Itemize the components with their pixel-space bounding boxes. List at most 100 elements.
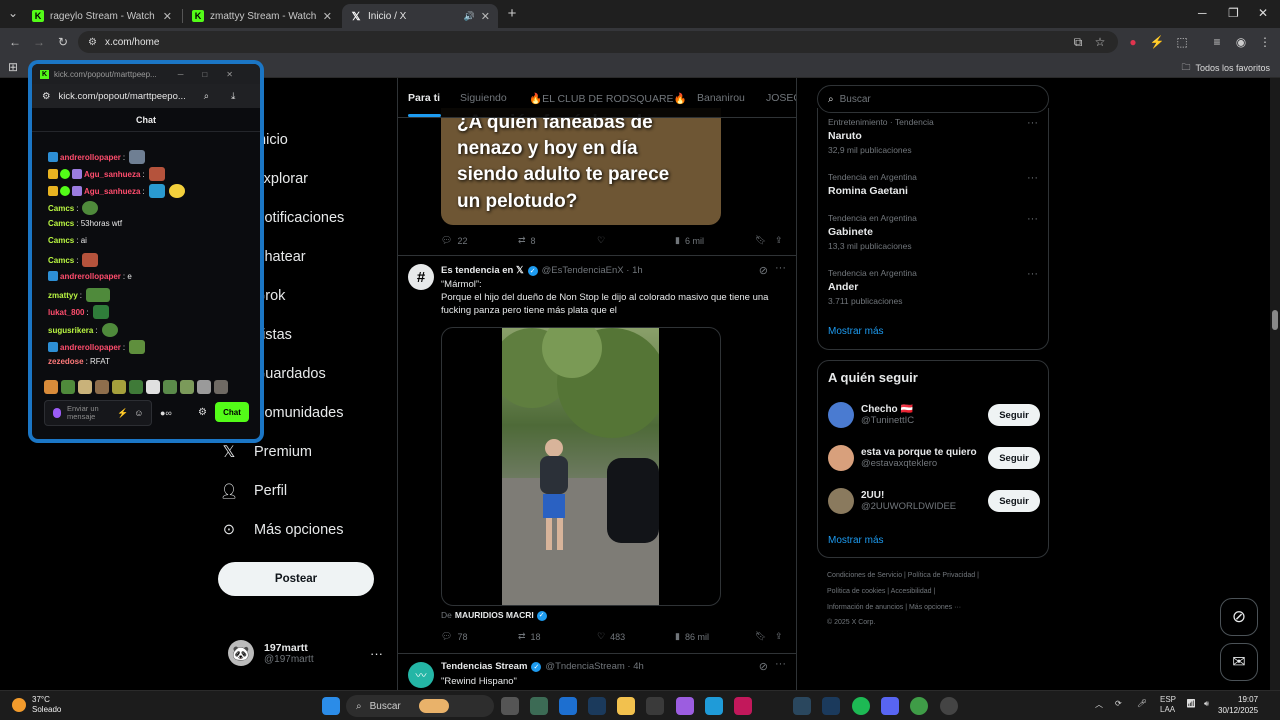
author-name[interactable]: Es tendencia en 𝕏 bbox=[441, 265, 524, 276]
steam-icon[interactable] bbox=[822, 697, 840, 715]
chrome-icon[interactable] bbox=[910, 697, 928, 715]
footer-links[interactable]: Política de cookies | Accesibilidad | bbox=[827, 588, 935, 595]
windows-start-icon[interactable] bbox=[322, 697, 340, 715]
chat-username[interactable]: lukat_800 bbox=[48, 308, 84, 317]
credit-name[interactable]: MAURIDIOS MACRI bbox=[455, 610, 534, 622]
media-controls-icon[interactable]: ≡ bbox=[1210, 35, 1224, 49]
share-button[interactable]: ⇪ bbox=[775, 631, 783, 642]
chat-username[interactable]: andrerollopaper bbox=[60, 153, 121, 162]
chat-username[interactable]: Camcs bbox=[48, 256, 74, 265]
address-bar[interactable]: ⚙ x.com/home bbox=[78, 31, 1118, 53]
page-scrollbar[interactable] bbox=[1270, 78, 1280, 690]
follow-suggestion[interactable]: Checho 🇦🇹 @TuninettIC Seguir bbox=[828, 397, 1040, 433]
grok-fab[interactable]: ⊘ bbox=[1220, 598, 1258, 636]
emote-icon[interactable] bbox=[44, 380, 58, 394]
trend-item[interactable]: Tendencia en Argentina Ander 3.711 publi… bbox=[828, 268, 1040, 306]
trend-item[interactable]: Tendencia en Argentina Gabinete 13,3 mil… bbox=[828, 213, 1040, 251]
tab-bananirou[interactable]: Bananirou bbox=[697, 92, 745, 104]
emote-icon[interactable] bbox=[129, 380, 143, 394]
follow-button[interactable]: Seguir bbox=[988, 447, 1040, 469]
chat-username[interactable]: zezedose bbox=[48, 357, 84, 366]
author-name[interactable]: Tendencias Stream bbox=[441, 661, 527, 672]
nav-perfil[interactable]: 👤︎ Perfil bbox=[218, 480, 287, 502]
speaker-icon[interactable]: 🔊 bbox=[464, 11, 475, 22]
scrollbar-thumb[interactable] bbox=[1272, 310, 1278, 330]
extension-kick-icon[interactable]: ⚡ bbox=[1150, 35, 1165, 49]
views-button[interactable]: ▮ 6 mil bbox=[675, 235, 755, 246]
account-more-icon[interactable]: ··· bbox=[370, 646, 383, 661]
like-button[interactable]: ♡ bbox=[597, 235, 675, 246]
trend-more-icon[interactable]: ··· bbox=[1027, 117, 1038, 129]
weather-widget[interactable]: 37°C Soleado bbox=[12, 695, 61, 714]
chat-username[interactable]: Camcs bbox=[48, 219, 74, 228]
trend-item[interactable]: Tendencia en Argentina Romina Gaetani ··… bbox=[828, 172, 1040, 197]
search-icon[interactable]: ⌕ bbox=[204, 91, 209, 102]
more-options-icon[interactable]: ··· bbox=[775, 658, 786, 670]
emote-icon[interactable] bbox=[197, 380, 211, 394]
maximize-icon[interactable]: □ bbox=[202, 70, 207, 79]
tray-app-icon[interactable]: 🎤︎ bbox=[1137, 699, 1147, 708]
new-tab-button[interactable]: + bbox=[505, 5, 519, 22]
footer-links[interactable]: Condiciones de Servicio | Política de Pr… bbox=[827, 572, 979, 579]
chat-username[interactable]: zmattyy bbox=[48, 291, 78, 300]
emote-picker-row[interactable] bbox=[44, 380, 228, 394]
browser-menu-icon[interactable]: ⋮ bbox=[1258, 35, 1272, 49]
chat-username[interactable]: andrerollopaper bbox=[60, 272, 121, 281]
trend-more-icon[interactable]: ··· bbox=[1027, 213, 1038, 225]
points-icon[interactable]: ●∞ bbox=[160, 408, 172, 418]
emote-menu-icon[interactable]: ⚡ bbox=[117, 408, 128, 419]
tab-zmattyy[interactable]: K zmattyy Stream - Watch Live on ✕ bbox=[184, 4, 340, 28]
tab-search-icon[interactable]: ⌄ bbox=[6, 6, 20, 20]
close-window-icon[interactable]: ✕ bbox=[1258, 6, 1268, 20]
apps-icon[interactable]: ⊞ bbox=[6, 60, 20, 74]
site-info-icon[interactable]: ⚙ bbox=[88, 37, 97, 48]
follow-button[interactable]: Seguir bbox=[988, 490, 1040, 512]
author-handle[interactable]: @TndenciaStream · 4h bbox=[545, 661, 643, 672]
chat-username[interactable]: Camcs bbox=[48, 236, 74, 245]
footer-links[interactable]: Información de anuncios | Más opciones ·… bbox=[827, 604, 961, 611]
nav-premium[interactable]: 𝕏 Premium bbox=[218, 441, 312, 463]
views-button[interactable]: ▮ 86 mil bbox=[675, 631, 755, 642]
post-button[interactable]: Postear bbox=[218, 562, 374, 596]
tab-club-rodsquare[interactable]: 🔥EL CLUB DE RODSQUARE🔥 bbox=[529, 92, 687, 105]
minimize-icon[interactable]: ─ bbox=[178, 70, 184, 79]
app-icon[interactable] bbox=[940, 697, 958, 715]
all-bookmarks[interactable]: 🗀 Todos los favoritos bbox=[1181, 60, 1270, 76]
edge-icon[interactable] bbox=[705, 697, 723, 715]
grok-icon[interactable]: ⊘ bbox=[759, 264, 768, 277]
emote-icon[interactable] bbox=[95, 380, 109, 394]
show-more-trends[interactable]: Mostrar más bbox=[828, 326, 884, 337]
tab-siguiendo[interactable]: Siguiendo bbox=[460, 92, 507, 104]
forward-icon[interactable]: → bbox=[32, 35, 46, 49]
emote-icon[interactable] bbox=[61, 380, 75, 394]
emote-icon[interactable] bbox=[163, 380, 177, 394]
task-view-icon[interactable] bbox=[501, 697, 519, 715]
chat-username[interactable]: andrerollopaper bbox=[60, 343, 121, 352]
emote-icon[interactable] bbox=[112, 380, 126, 394]
tab-para-ti[interactable]: Para ti bbox=[408, 92, 440, 104]
file-explorer-icon[interactable] bbox=[617, 697, 635, 715]
outlook-icon[interactable] bbox=[559, 697, 577, 715]
volume-icon[interactable]: 🔊︎ bbox=[1204, 699, 1209, 709]
taskbar-search[interactable]: ⌕ Buscar bbox=[346, 695, 494, 717]
nav-mas-opciones[interactable]: ⊙ Más opciones bbox=[218, 519, 344, 541]
extension-red-icon[interactable]: ● bbox=[1126, 35, 1140, 49]
install-icon[interactable]: ⧉ bbox=[1071, 35, 1085, 49]
follow-suggestion[interactable]: esta va porque te quiero @estavaxqtekler… bbox=[828, 440, 1040, 476]
post-media-image[interactable]: ¿A quién fanéabas de nenazo y hoy en día… bbox=[441, 108, 721, 225]
minimize-icon[interactable]: ─ bbox=[1198, 6, 1207, 20]
trend-more-icon[interactable]: ··· bbox=[1027, 268, 1038, 280]
close-window-icon[interactable]: ✕ bbox=[226, 70, 233, 79]
store-icon[interactable] bbox=[646, 697, 664, 715]
bookmark-post-button[interactable]: 🔖︎ bbox=[755, 235, 775, 246]
trend-more-icon[interactable]: ··· bbox=[1027, 172, 1038, 184]
steam-icon[interactable] bbox=[588, 697, 606, 715]
tray-app-icon[interactable]: ⟳ bbox=[1115, 699, 1122, 708]
tab-inicio-x[interactable]: 𝕏 Inicio / X 🔊 ✕ bbox=[342, 4, 498, 28]
close-tab-icon[interactable]: ✕ bbox=[323, 10, 332, 23]
back-icon[interactable]: ← bbox=[8, 35, 22, 49]
author-handle[interactable]: @EsTendenciaEnX · 1h bbox=[542, 265, 643, 276]
tray-chevron-icon[interactable]: ︿ bbox=[1095, 699, 1103, 710]
discord-icon[interactable] bbox=[881, 697, 899, 715]
extensions-icon[interactable]: ⬚ bbox=[1175, 35, 1189, 49]
